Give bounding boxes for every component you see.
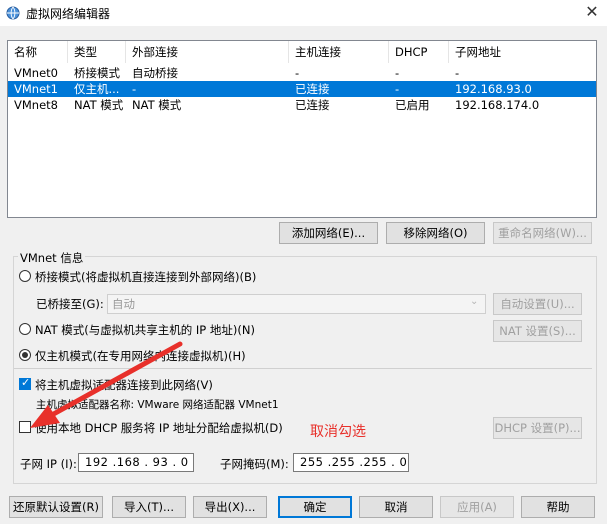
apply-button[interactable]: 应用(A) bbox=[440, 496, 514, 518]
import-button[interactable]: 导入(T)... bbox=[112, 496, 186, 518]
ok-button[interactable]: 确定 bbox=[278, 496, 352, 518]
restore-defaults-button[interactable]: 还原默认设置(R) bbox=[9, 496, 103, 518]
annotation-arrow-icon bbox=[30, 341, 183, 428]
export-button[interactable]: 导出(X)... bbox=[193, 496, 267, 518]
cancel-button[interactable]: 取消 bbox=[359, 496, 433, 518]
help-button[interactable]: 帮助 bbox=[521, 496, 595, 518]
